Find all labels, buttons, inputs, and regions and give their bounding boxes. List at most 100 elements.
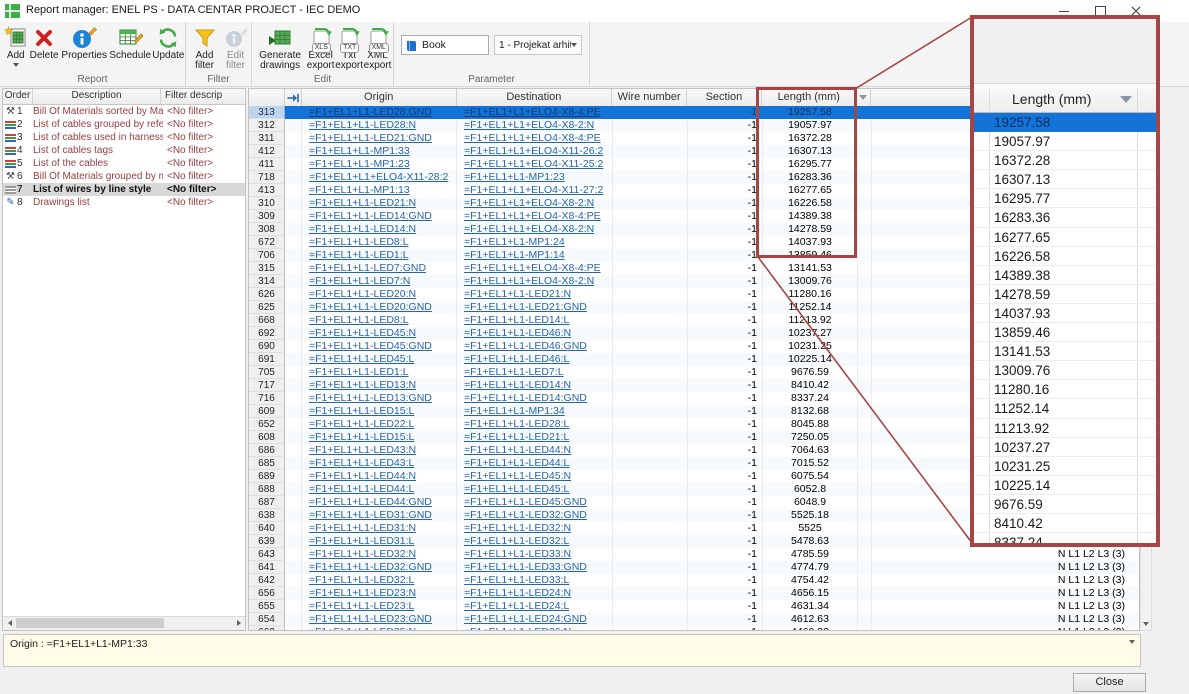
destination-link[interactable]: =F1+EL1+L1-LED14:L (464, 314, 569, 326)
origin-link[interactable]: =F1+EL1+L1-LED23:L (309, 600, 414, 612)
xml-export-button[interactable]: XML XML export (362, 24, 393, 71)
origin-link[interactable]: =F1+EL1+L1-LED31:L (309, 535, 414, 547)
destination-link[interactable]: =F1+EL1+L1+ELO4-X8-4:PE (464, 106, 601, 118)
destination-link[interactable]: =F1+EL1+L1-LED33:L (464, 574, 569, 586)
destination-link[interactable]: =F1+EL1+L1-LED44:L (464, 457, 569, 469)
schedule-button[interactable]: Schedule (109, 24, 152, 61)
column-header-length[interactable]: Length (mm) (762, 89, 857, 106)
destination-link[interactable]: =F1+EL1+L1-LED26:N (464, 626, 571, 631)
column-header-filter-descrip[interactable]: Filter descrip (161, 89, 245, 104)
destination-link[interactable]: =F1+EL1+L1-LED32:N (464, 522, 571, 534)
origin-link[interactable]: =F1+EL1+L1-LED22:L (309, 418, 414, 430)
table-row[interactable]: 641=F1+EL1+L1-LED32:GND=F1+EL1+L1-LED33:… (249, 561, 1139, 574)
origin-link[interactable]: =F1+EL1+L1-LED13:N (309, 379, 416, 391)
column-header-destination[interactable]: Destination (457, 89, 613, 106)
destination-link[interactable]: =F1+EL1+L1-LED32:GND (464, 509, 587, 521)
destination-link[interactable]: =F1+EL1+L1-LED14:N (464, 379, 571, 391)
origin-link[interactable]: =F1+EL1+L1-LED28:GND (309, 106, 432, 118)
report-list-item[interactable]: ✎8Drawings list<No filter> (3, 196, 245, 209)
scroll-left-arrow-icon[interactable] (3, 617, 16, 629)
destination-link[interactable]: =F1+EL1+L1-LED7:L (464, 366, 564, 378)
origin-link[interactable]: =F1+EL1+L1-LED20:GND (309, 301, 432, 313)
origin-link[interactable]: =F1+EL1+L1-LED32:L (309, 574, 414, 586)
destination-link[interactable]: =F1+EL1+L1+ELO4-X11-26:2 (464, 145, 603, 157)
origin-link[interactable]: =F1+EL1+L1-LED44:GND (309, 496, 432, 508)
report-list-item[interactable]: ⚒6Bill Of Materials grouped by manuf...<… (3, 170, 245, 183)
origin-link[interactable]: =F1+EL1+L1-LED43:L (309, 457, 414, 469)
goto-column-header[interactable] (285, 89, 302, 106)
destination-link[interactable]: =F1+EL1+L1-LED46:N (464, 327, 571, 339)
origin-link[interactable]: =F1+EL1+L1-LED8:L (309, 236, 409, 248)
table-row[interactable]: 654=F1+EL1+L1-LED23:GND=F1+EL1+L1-LED24:… (249, 613, 1139, 626)
origin-link[interactable]: =F1+EL1+L1-LED21:GND (309, 132, 432, 144)
book-field[interactable]: Book (401, 35, 489, 55)
table-row[interactable]: 643=F1+EL1+L1-LED32:N=F1+EL1+L1-LED33:N-… (249, 548, 1139, 561)
origin-link[interactable]: =F1+EL1+L1-LED14:GND (309, 210, 432, 222)
origin-link[interactable]: =F1+EL1+L1+ELO4-X11-28:2 (309, 171, 448, 183)
origin-link[interactable]: =F1+EL1+L1-LED32:GND (309, 561, 432, 573)
origin-link[interactable]: =F1+EL1+L1-MP1:33 (309, 145, 410, 157)
report-list-item[interactable]: 3List of cables used in harness<No filte… (3, 131, 245, 144)
destination-link[interactable]: =F1+EL1+L1-LED28:L (464, 418, 569, 430)
origin-link[interactable]: =F1+EL1+L1-LED44:L (309, 483, 414, 495)
origin-link[interactable]: =F1+EL1+L1-LED45:GND (309, 340, 432, 352)
destination-link[interactable]: =F1+EL1+L1+ELO4-X8-2:N (464, 119, 594, 131)
destination-link[interactable]: =F1+EL1+L1-LED21:GND (464, 301, 587, 313)
destination-link[interactable]: =F1+EL1+L1-MP1:24 (464, 236, 565, 248)
report-list-item[interactable]: 2List of cables grouped by reference<No … (3, 118, 245, 131)
report-list-hscrollbar[interactable] (3, 616, 245, 630)
project-select[interactable]: 1 - Projekat arhitekture (494, 35, 582, 55)
table-row[interactable]: 662=F1+EL1+L1-LED25:N=F1+EL1+L1-LED26:N-… (249, 626, 1139, 631)
table-row[interactable]: 655=F1+EL1+L1-LED23:L=F1+EL1+L1-LED24:L-… (249, 600, 1139, 613)
column-header-origin[interactable]: Origin (302, 89, 457, 106)
table-row[interactable]: 656=F1+EL1+L1-LED23:N=F1+EL1+L1-LED24:N-… (249, 587, 1139, 600)
destination-link[interactable]: =F1+EL1+L1-LED44:N (464, 444, 571, 456)
destination-link[interactable]: =F1+EL1+L1-LED33:GND (464, 561, 587, 573)
destination-link[interactable]: =F1+EL1+L1-LED45:L (464, 483, 569, 495)
origin-link[interactable]: =F1+EL1+L1-MP1:13 (309, 184, 410, 196)
table-row[interactable]: 642=F1+EL1+L1-LED32:L=F1+EL1+L1-LED33:L-… (249, 574, 1139, 587)
destination-link[interactable]: =F1+EL1+L1-MP1:14 (464, 249, 565, 261)
length-filter-button[interactable] (857, 89, 871, 106)
destination-link[interactable]: =F1+EL1+L1-MP1:34 (464, 405, 565, 417)
hscroll-thumb[interactable] (16, 618, 164, 628)
column-header-description[interactable]: Description (33, 89, 161, 104)
origin-link[interactable]: =F1+EL1+L1-LED15:L (309, 431, 414, 443)
destination-link[interactable]: =F1+EL1+L1-LED45:N (464, 470, 571, 482)
origin-link[interactable]: =F1+EL1+L1-LED23:GND (309, 613, 432, 625)
add-dropdown-caret[interactable] (13, 63, 19, 67)
origin-link[interactable]: =F1+EL1+L1-LED31:GND (309, 509, 432, 521)
origin-link[interactable]: =F1+EL1+L1-LED25:N (309, 626, 416, 631)
destination-link[interactable]: =F1+EL1+L1-LED21:L (464, 431, 569, 443)
delete-button[interactable]: Delete (28, 24, 59, 61)
destination-link[interactable]: =F1+EL1+L1+ELO4-X8-2:N (464, 197, 594, 209)
destination-link[interactable]: =F1+EL1+L1-LED45:GND (464, 496, 587, 508)
scroll-down-arrow-icon[interactable] (1141, 618, 1151, 630)
destination-link[interactable]: =F1+EL1+L1-MP1:23 (464, 171, 565, 183)
origin-link[interactable]: =F1+EL1+L1-LED7:N (309, 275, 410, 287)
destination-link[interactable]: =F1+EL1+L1-LED32:L (464, 535, 569, 547)
destination-link[interactable]: =F1+EL1+L1-LED24:N (464, 587, 571, 599)
destination-link[interactable]: =F1+EL1+L1+ELO4-X8-4:PE (464, 210, 601, 222)
destination-link[interactable]: =F1+EL1+L1+ELO4-X11-27:2 (464, 184, 603, 196)
destination-link[interactable]: =F1+EL1+L1-LED14:GND (464, 392, 587, 404)
add-button[interactable]: Add (3, 24, 28, 67)
origin-link[interactable]: =F1+EL1+L1-MP1:23 (309, 158, 410, 170)
column-header-section[interactable]: Section (687, 89, 762, 106)
destination-link[interactable]: =F1+EL1+L1+ELO4-X8-4:PE (464, 132, 601, 144)
destination-link[interactable]: =F1+EL1+L1+ELO4-X11-25:2 (464, 158, 603, 170)
column-header-order[interactable]: Order (3, 89, 33, 104)
destination-link[interactable]: =F1+EL1+L1-LED24:L (464, 600, 569, 612)
excel-export-button[interactable]: XLS Excel export (305, 24, 336, 71)
add-filter-button[interactable]: Add filter (189, 24, 220, 71)
origin-link[interactable]: =F1+EL1+L1-LED14:N (309, 223, 416, 235)
origin-link[interactable]: =F1+EL1+L1-LED45:N (309, 327, 416, 339)
report-list-item[interactable]: 4List of cables tags<No filter> (3, 144, 245, 157)
origin-link[interactable]: =F1+EL1+L1-LED21:N (309, 197, 416, 209)
txt-export-button[interactable]: TXT Txt export (336, 24, 362, 71)
origin-link[interactable]: =F1+EL1+L1-LED31:N (309, 522, 416, 534)
generate-drawings-button[interactable]: Generate drawings (255, 24, 305, 71)
origin-link[interactable]: =F1+EL1+L1-LED32:N (309, 548, 416, 560)
column-header-wire-number[interactable]: Wire number (612, 89, 687, 106)
properties-button[interactable]: Properties (60, 24, 109, 61)
